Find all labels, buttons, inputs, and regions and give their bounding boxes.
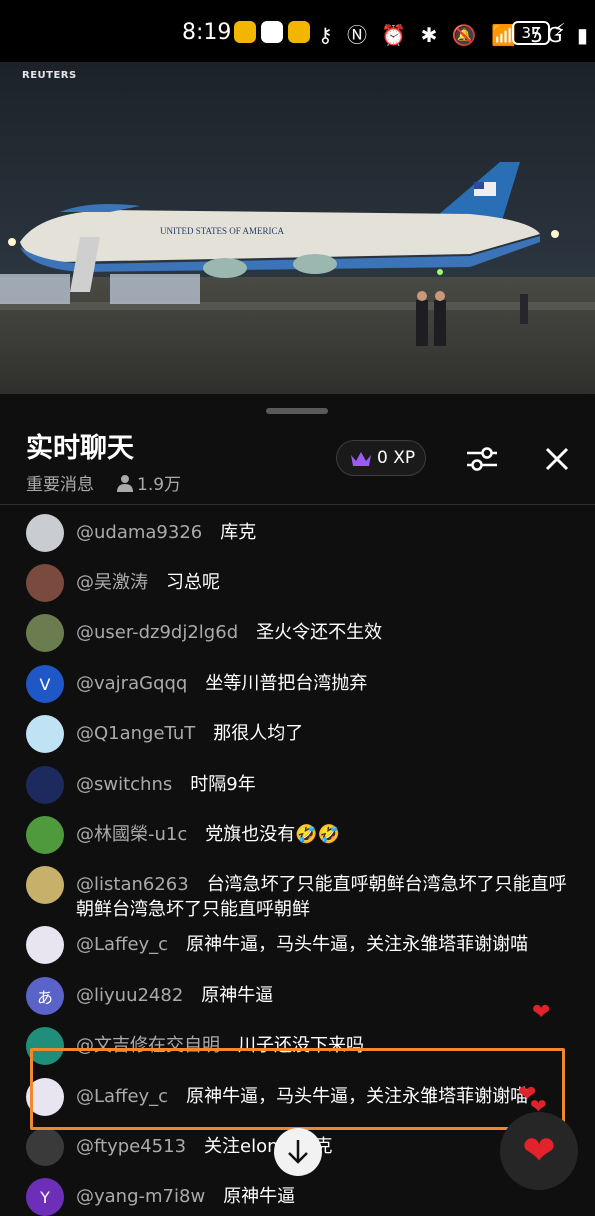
- drag-handle[interactable]: [266, 408, 328, 414]
- message-line: @vajraGqqq 坐等川普把台湾抛弃: [76, 671, 576, 696]
- weibo-icon: [288, 21, 310, 43]
- divider: [0, 504, 595, 505]
- avatar[interactable]: [26, 715, 64, 753]
- system-icons: ⚷ Ⓝ ⏰ ✱ 🔕 📶 5G ▮: [318, 23, 592, 47]
- message-line: @yang-m7i8w 原神牛逼: [76, 1184, 576, 1209]
- settings-sliders-icon[interactable]: [464, 444, 500, 474]
- plane-text: UNITED STATES OF AMERICA: [160, 226, 285, 236]
- clock: 8:19: [182, 20, 232, 45]
- message-author[interactable]: @vajraGqqq: [76, 673, 187, 694]
- message-text: 原神牛逼，马头牛逼，关注永雏塔菲谢谢喵: [186, 934, 529, 955]
- highlight-box: [30, 1048, 565, 1130]
- viewer-count: 1.9万: [116, 470, 181, 495]
- status-bar: 8:19 ⚷ Ⓝ ⏰ ✱ 🔕 📶 5G ▮ 37 ⚡: [0, 0, 595, 62]
- heart-icon: ❤: [522, 1128, 556, 1174]
- video-player[interactable]: UNITED STATES OF AMERICA REUTERS: [0, 62, 595, 394]
- message-author[interactable]: @吴激涛: [76, 572, 148, 593]
- scroll-to-bottom-button[interactable]: [274, 1128, 322, 1176]
- avatar[interactable]: [26, 926, 64, 964]
- message-author[interactable]: @switchns: [76, 774, 172, 795]
- message-text: 原神牛逼: [223, 1186, 296, 1207]
- message-author[interactable]: @udama9326: [76, 522, 202, 543]
- close-icon[interactable]: [542, 444, 572, 474]
- message-text: 原神牛逼: [201, 985, 274, 1006]
- chat-title: 实时聊天: [26, 433, 134, 464]
- avatar[interactable]: [26, 866, 64, 904]
- avatar[interactable]: [26, 564, 64, 602]
- qq-icon: [261, 21, 283, 43]
- avatar[interactable]: [26, 766, 64, 804]
- avatar[interactable]: [26, 1128, 64, 1166]
- xp-label: 0 XP: [377, 448, 416, 468]
- message-line: @listan6263 台湾急坏了只能直呼朝鲜台湾急坏了只能直呼朝鲜台湾急坏了只能…: [76, 872, 576, 922]
- message-text: 圣火令还不生效: [256, 622, 383, 643]
- message-author[interactable]: @ftype4513: [76, 1136, 186, 1157]
- video-watermark: REUTERS: [22, 70, 77, 81]
- message-text: 时隔9年: [190, 774, 256, 795]
- arrow-down-icon: [288, 1140, 308, 1164]
- message-author[interactable]: @Laffey_c: [76, 934, 168, 955]
- viewer-count-label: 1.9万: [137, 475, 182, 495]
- floating-heart-icon: ❤: [532, 1000, 551, 1025]
- avatar[interactable]: [26, 614, 64, 652]
- message-line: @Q1angeTuT 那很人均了: [76, 721, 576, 746]
- message-line: @吴激涛 习总呢: [76, 570, 576, 595]
- message-author[interactable]: @Q1angeTuT: [76, 723, 195, 744]
- battery-icon: 37: [512, 21, 550, 45]
- message-text: 那很人均了: [213, 723, 304, 744]
- message-text: 党旗也没有🤣🤣: [205, 824, 341, 845]
- message-line: @user-dz9dj2lg6d 圣火令还不生效: [76, 620, 576, 645]
- message-text: 库克: [220, 522, 257, 543]
- avatar[interactable]: [26, 816, 64, 854]
- message-line: @udama9326 库克: [76, 520, 576, 545]
- weibo-icon: [234, 21, 256, 43]
- avatar[interactable]: V: [26, 665, 64, 703]
- person-icon: [117, 475, 133, 492]
- crown-icon: [351, 452, 371, 466]
- chat-mode-selector[interactable]: 重要消息: [26, 470, 94, 495]
- avatar[interactable]: あ: [26, 977, 64, 1015]
- heart-reaction-button[interactable]: ❤: [500, 1112, 578, 1190]
- message-author[interactable]: @林國榮-u1c: [76, 824, 187, 845]
- message-line: @liyuu2482 原神牛逼: [76, 983, 576, 1008]
- message-line: @林國榮-u1c 党旗也没有🤣🤣: [76, 822, 576, 847]
- avatar[interactable]: [26, 514, 64, 552]
- message-text: 习总呢: [166, 572, 220, 593]
- avatar[interactable]: Y: [26, 1178, 64, 1216]
- message-line: @Laffey_c 原神牛逼，马头牛逼，关注永雏塔菲谢谢喵: [76, 932, 576, 957]
- message-author[interactable]: @liyuu2482: [76, 985, 183, 1006]
- message-author[interactable]: @yang-m7i8w: [76, 1186, 205, 1207]
- message-text: 坐等川普把台湾抛弃: [205, 673, 368, 694]
- message-author[interactable]: @user-dz9dj2lg6d: [76, 622, 238, 643]
- charging-icon: ⚡: [553, 20, 566, 41]
- message-author[interactable]: @listan6263: [76, 874, 189, 895]
- xp-button[interactable]: 0 XP: [336, 440, 426, 476]
- message-line: @switchns 时隔9年: [76, 772, 576, 797]
- video-frame: UNITED STATES OF AMERICA: [0, 62, 595, 394]
